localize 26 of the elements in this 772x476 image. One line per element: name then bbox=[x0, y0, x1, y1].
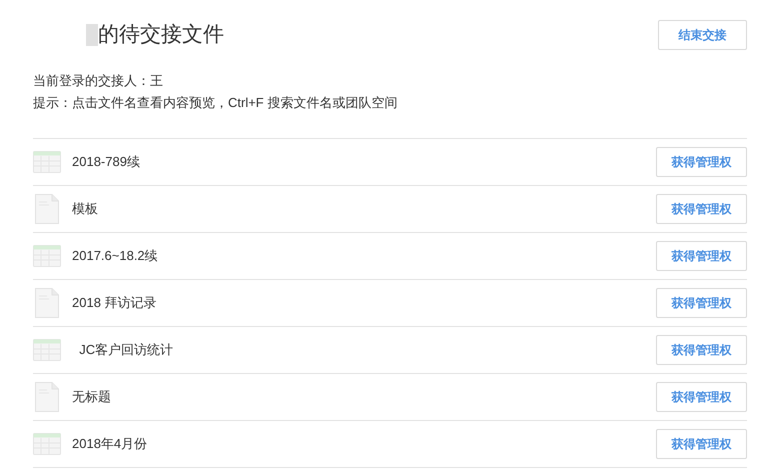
current-user-text: 当前登录的交接人：王 bbox=[33, 72, 164, 90]
get-admin-button[interactable]: 获得管理权 bbox=[656, 147, 747, 177]
get-admin-button[interactable]: 获得管理权 bbox=[656, 288, 747, 318]
file-name-link[interactable]: 2018 拜访记录 bbox=[72, 293, 157, 313]
file-name-link[interactable]: 无标题 bbox=[72, 387, 111, 407]
get-admin-button[interactable]: 获得管理权 bbox=[656, 241, 747, 271]
document-icon bbox=[35, 288, 59, 318]
page-title: 的待交接文件 bbox=[98, 22, 224, 48]
spreadsheet-icon bbox=[33, 151, 61, 173]
file-name-link[interactable]: JC客户回访统计 bbox=[72, 340, 174, 360]
get-admin-button[interactable]: 获得管理权 bbox=[656, 382, 747, 412]
hint-text: 提示：点击文件名查看内容预览，Ctrl+F 搜索文件名或团队空间 bbox=[33, 94, 398, 112]
document-icon bbox=[35, 194, 59, 224]
file-name-link[interactable]: 模板 bbox=[72, 199, 98, 219]
get-admin-button[interactable]: 获得管理权 bbox=[656, 335, 747, 365]
get-admin-button[interactable]: 获得管理权 bbox=[656, 429, 747, 459]
document-icon bbox=[35, 382, 59, 412]
spreadsheet-icon bbox=[33, 339, 61, 361]
file-name-link[interactable]: 2017.6~18.2续 bbox=[72, 246, 158, 266]
file-name-link[interactable]: 2018年4月份 bbox=[72, 434, 148, 454]
get-admin-button[interactable]: 获得管理权 bbox=[656, 194, 747, 224]
redaction-block bbox=[86, 24, 98, 46]
spreadsheet-icon bbox=[33, 245, 61, 267]
end-handover-button[interactable]: 结束交接 bbox=[658, 20, 747, 50]
file-name-link[interactable]: 2018-789续 bbox=[72, 152, 140, 172]
spreadsheet-icon bbox=[33, 433, 61, 455]
